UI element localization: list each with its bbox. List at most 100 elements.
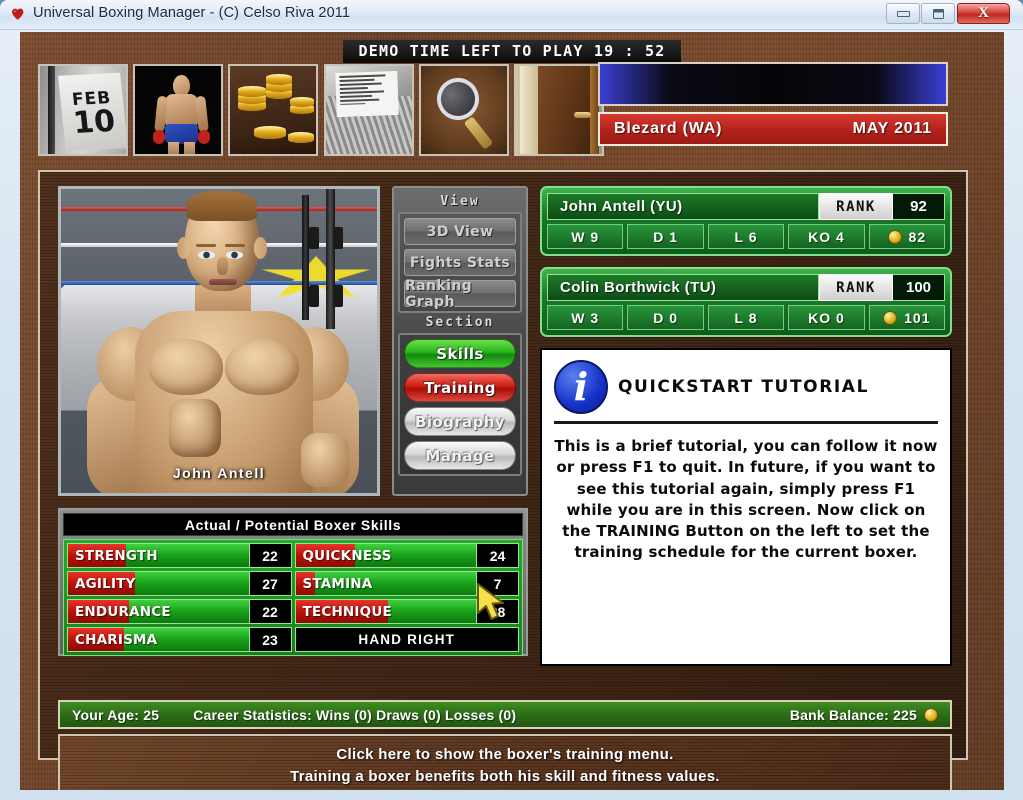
minimize-button[interactable] [886,3,920,24]
info-icon: i [554,360,608,414]
skill-bar-endurance: ENDURANCE [67,599,250,624]
skill-label-quickness: QUICKNESS [302,547,392,564]
skill-bar-charisma: CHARISMA [67,627,250,652]
skill-row-technique[interactable]: TECHNIQUE 38 [294,599,519,624]
boxer-portrait[interactable]: John Antell [58,186,380,496]
boxer-card-1-draws: D 0 [627,305,704,330]
skills-title: Actual / Potential Boxer Skills [63,513,523,536]
coin-icon [887,229,902,244]
coin-icon [883,310,898,325]
skill-bar-quickness: QUICKNESS [294,543,477,568]
skill-bar-strength: STRENGTH [67,543,250,568]
skill-bar-stamina: STAMINA [294,571,477,596]
toolbar-rankings-button[interactable] [324,64,414,156]
window-title: Universal Boxing Manager - (C) Celso Riv… [33,5,351,21]
view-section-panel: View 3D View Fights Stats Ranking Graph … [392,186,528,496]
boxer-card-0-money-value: 82 [908,228,927,245]
section-buttons-group: Skills Training Biography Manage [398,333,522,476]
game-viewport: DEMO TIME LEFT TO PLAY 19 : 52 FEB 10 Bl… [20,32,1004,790]
view-fights-stats-button[interactable]: Fights Stats [404,249,516,276]
bank-balance-label: Bank Balance: 225 [789,706,917,723]
boxer-card-1-money: 101 [868,305,946,330]
toolbar-boxer-button[interactable] [133,64,223,156]
toolbar-exit-button[interactable] [514,64,604,156]
view-ranking-graph-button[interactable]: Ranking Graph [404,278,516,310]
boxer-banner [598,62,948,106]
section-manage-button[interactable]: Manage [404,441,516,470]
toolbar-calendar-button[interactable]: FEB 10 [38,64,128,156]
portrait-boxer-name: John Antell [172,465,266,481]
coins-icon [230,66,316,154]
skill-row-hand: HAND RIGHT [294,627,519,652]
skill-row-strength[interactable]: STRENGTH 22 [67,543,292,568]
skill-row-quickness[interactable]: QUICKNESS 24 [294,543,519,568]
section-biography-button[interactable]: Biography [404,407,516,436]
boxer-hand-label: HAND RIGHT [294,627,519,652]
skill-label-technique: TECHNIQUE [302,603,392,620]
bank-balance: Bank Balance: 225 [790,707,938,723]
boxer-card-1-kos: KO 0 [788,305,865,330]
skill-value-agility: 27 [249,571,292,596]
calendar-icon: FEB 10 [40,66,126,154]
career-statistics: Career Statistics: Wins (0) Draws (0) Lo… [193,706,517,723]
hint-line-1: Click here to show the boxer's training … [336,745,674,763]
boxer-card-0-name: John Antell (YU) [547,193,819,220]
skill-label-stamina: STAMINA [302,575,373,592]
skills-panel: Actual / Potential Boxer Skills STRENGTH… [58,508,528,656]
boxer-card-0[interactable]: John Antell (YU) RANK 92 W 9 D 1 L 6 KO … [540,186,952,256]
boxer-card-0-rank-label: RANK [819,193,893,220]
boxer-card-1-rank-value: 100 [893,274,945,301]
boxer-card-0-losses: L 6 [707,224,785,249]
tutorial-header: i QUICKSTART TUTORIAL [554,360,938,424]
close-icon: X [978,5,989,21]
boxer-card-1-wins: W 3 [547,305,624,330]
boxer-card-1[interactable]: Colin Borthwick (TU) RANK 100 W 3 D 0 L … [540,267,952,337]
boxer-card-0-kos: KO 4 [788,224,865,249]
hint-line-2: Training a boxer benefits both his skill… [290,767,720,785]
exit-door-icon [516,66,602,154]
boxer-card-0-money: 82 [868,224,946,249]
section-panel-title: Section [425,315,495,330]
skill-value-strength: 22 [249,543,292,568]
skill-row-stamina[interactable]: STAMINA 7 [294,571,519,596]
boxer-card-0-wins: W 9 [547,224,624,249]
skill-bar-technique: TECHNIQUE [294,599,477,624]
calendar-day: 10 [71,103,117,141]
boxer-card-1-money-value: 101 [904,309,931,326]
close-button[interactable]: X [957,3,1010,24]
boxer-card-0-draws: D 1 [627,224,704,249]
boxer-card-1-name: Colin Borthwick (TU) [547,274,819,301]
skill-value-charisma: 23 [249,627,292,652]
skill-label-charisma: CHARISMA [75,631,158,648]
tutorial-body-text: This is a brief tutorial, you can follow… [554,437,938,562]
skill-row-agility[interactable]: AGILITY 27 [67,571,292,596]
skill-value-quickness: 24 [477,543,519,568]
application-window: Universal Boxing Manager - (C) Celso Riv… [0,0,1023,800]
view-buttons-group: 3D View Fights Stats Ranking Graph [398,212,522,313]
view-3d-button[interactable]: 3D View [404,218,516,245]
maximize-button[interactable] [921,3,955,24]
section-training-button[interactable]: Training [404,373,516,402]
right-column: John Antell (YU) RANK 92 W 9 D 1 L 6 KO … [540,186,952,686]
minimize-icon [896,10,910,17]
toolbar-search-button[interactable] [419,64,509,156]
section-skills-button[interactable]: Skills [404,339,516,368]
boxer-card-1-losses: L 8 [707,305,785,330]
rankings-document-icon [326,66,412,154]
main-panel: John Antell View 3D View Fights Stats Ra… [38,170,968,790]
current-date: MAY 2011 [852,120,932,137]
skill-bar-agility: AGILITY [67,571,250,596]
quickstart-tutorial-dialog[interactable]: i QUICKSTART TUTORIAL This is a brief tu… [540,348,952,666]
magnifier-icon [421,66,507,154]
player-age: Your Age: 25 [72,706,160,723]
skill-value-technique: 38 [477,599,519,624]
skill-row-endurance[interactable]: ENDURANCE 22 [67,599,292,624]
promoter-date-bar: Blezard (WA) MAY 2011 [598,112,948,146]
skill-row-charisma[interactable]: CHARISMA 23 [67,627,292,652]
title-bar: Universal Boxing Manager - (C) Celso Riv… [0,0,1023,30]
skill-label-strength: STRENGTH [75,547,158,564]
skill-value-endurance: 22 [249,599,292,624]
toolbar-money-button[interactable] [228,64,318,156]
demo-timer-text: DEMO TIME LEFT TO PLAY 19 : 52 [342,39,682,63]
boxer-figure-icon [135,66,221,154]
